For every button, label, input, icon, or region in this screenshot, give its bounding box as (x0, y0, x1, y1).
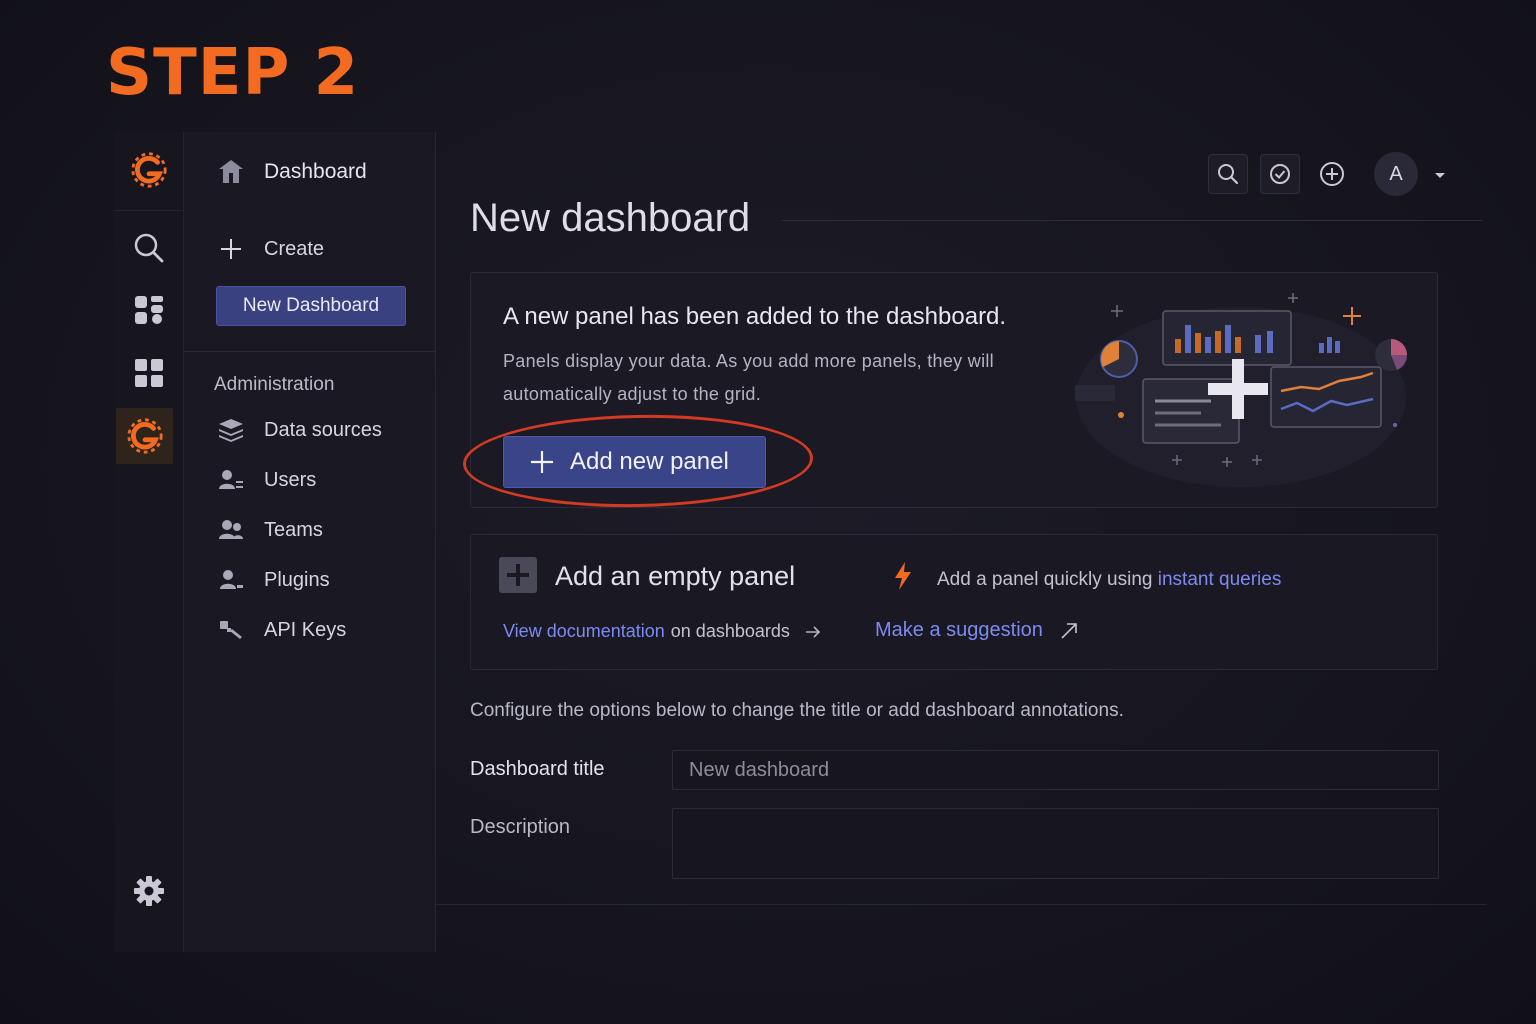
plugins-icon (216, 568, 246, 592)
topbar-search-button[interactable] (1208, 154, 1248, 194)
menu-header-label: Dashboard (264, 160, 367, 183)
arrow-right-icon (804, 625, 822, 639)
menu-header[interactable]: Dashboard (216, 160, 367, 184)
dashboard-home-icon (216, 160, 246, 184)
doc-suffix: on dashboards (670, 621, 790, 641)
topbar-check-button[interactable] (1260, 154, 1300, 194)
administration-label: Administration (214, 374, 335, 395)
add-empty-panel-title[interactable]: Add an empty panel (555, 561, 795, 592)
menu-item-label: Users (264, 468, 317, 491)
icon-rail (114, 132, 184, 952)
page: STEP 2 Dashboard Create New Dashboard Ad… (0, 0, 1536, 1024)
page-title: New dashboard (470, 196, 751, 240)
search-icon (1218, 164, 1239, 185)
menu-item-label: API Keys (264, 618, 347, 641)
menu-item-label: Teams (264, 518, 323, 541)
panels-illustration-icon (1075, 293, 1408, 487)
database-icon (216, 418, 246, 442)
bottom-divider (436, 904, 1486, 905)
gear-icon[interactable] (114, 863, 184, 919)
menu-item-api-keys[interactable]: API Keys (216, 618, 346, 642)
plus-icon (216, 237, 246, 261)
new-panel-description: Panels display your data. As you add mor… (503, 351, 994, 404)
add-square-icon[interactable] (499, 557, 537, 593)
config-instructions: Configure the options below to change th… (470, 700, 1124, 721)
grafana-admin-icon[interactable] (116, 408, 173, 464)
menu-create[interactable]: Create (216, 237, 324, 261)
dashboard-title-input[interactable] (672, 750, 1439, 790)
menu-item-teams[interactable]: Teams (216, 518, 323, 542)
search-icon[interactable] (114, 220, 184, 276)
description-input[interactable] (672, 808, 1439, 879)
new-dashboard-button[interactable]: New Dashboard (216, 286, 406, 326)
dashboard-title-label: Dashboard title (470, 758, 605, 780)
menu-create-label: Create (264, 237, 325, 260)
menu-item-users[interactable]: Users (216, 468, 316, 492)
plus-circle-icon (1320, 162, 1344, 186)
users-icon (216, 468, 246, 492)
app-window: Dashboard Create New Dashboard Administr… (114, 132, 1486, 952)
topbar: A (1208, 152, 1446, 196)
add-new-panel-button[interactable]: Add new panel (503, 436, 766, 488)
plus-icon (530, 450, 554, 474)
step-title: STEP 2 (106, 36, 360, 110)
lightning-icon (891, 561, 915, 595)
instant-queries-link[interactable]: instant queries (1158, 569, 1282, 590)
dashboards-icon[interactable] (114, 282, 184, 338)
topbar-add-button[interactable] (1312, 154, 1352, 194)
key-icon (216, 618, 246, 642)
menu-item-plugins[interactable]: Plugins (216, 568, 330, 592)
menu-item-label: Plugins (264, 568, 330, 591)
menu-item-label: Data sources (264, 418, 382, 441)
add-new-panel-label: Add new panel (570, 448, 729, 475)
teams-icon (216, 518, 246, 542)
documentation-row: View documentation on dashboards (503, 621, 822, 642)
external-link-icon (1059, 621, 1079, 641)
check-circle-icon (1270, 164, 1290, 184)
quick-add-text: Add a panel quickly using instant querie… (937, 569, 1281, 591)
new-panel-card: A new panel has been added to the dashbo… (462, 272, 1438, 511)
main-content: A New dashboard A new panel has been add… (436, 132, 1486, 952)
title-divider (782, 220, 1482, 221)
grafana-logo-icon[interactable] (114, 142, 184, 198)
description-label: Description (470, 816, 571, 838)
view-documentation-link[interactable]: View documentation (503, 621, 665, 642)
make-suggestion-link[interactable]: Make a suggestion (875, 619, 1079, 642)
side-menu: Dashboard Create New Dashboard Administr… (184, 132, 436, 952)
chevron-down-icon[interactable] (1434, 165, 1446, 184)
make-suggestion-label: Make a suggestion (875, 619, 1043, 641)
quick-add-prefix: Add a panel quickly using (937, 569, 1153, 590)
avatar[interactable]: A (1374, 152, 1418, 196)
menu-divider (184, 351, 436, 352)
grid-icon[interactable] (114, 345, 184, 401)
new-panel-heading: A new panel has been added to the dashbo… (503, 303, 1007, 330)
empty-panel-card: Add an empty panel Add a panel quickly u… (470, 534, 1438, 670)
menu-item-data-sources[interactable]: Data sources (216, 418, 382, 442)
